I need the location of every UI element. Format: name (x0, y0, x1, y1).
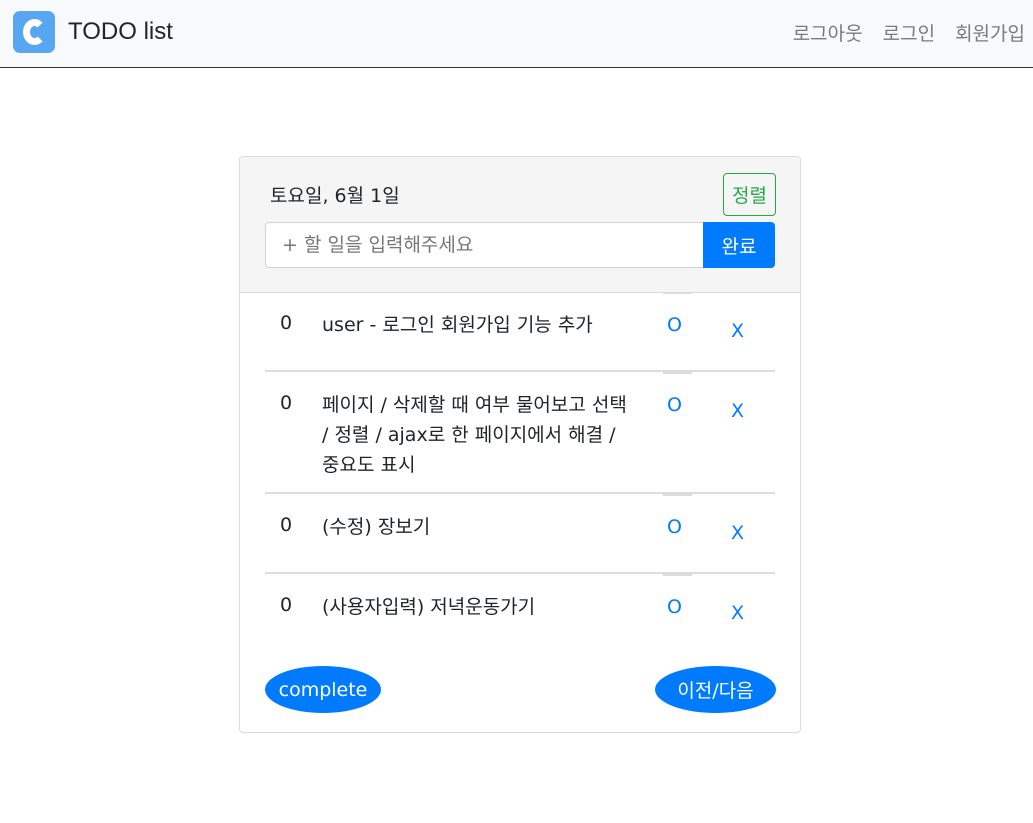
todo-row: 0 (사용자입력) 저녁운동가기 O X (265, 574, 775, 644)
todo-complete-button[interactable]: O (667, 394, 682, 416)
sort-button[interactable]: 정렬 (723, 173, 776, 216)
todo-text: user - 로그인 회원가입 기능 추가 (322, 314, 593, 336)
complete-filter-button[interactable]: complete (265, 666, 381, 713)
todo-count: 0 (280, 312, 293, 334)
navbar: TODO list 로그아웃 로그인 회원가입 (0, 0, 1033, 68)
todo-complete-cell: O (663, 574, 692, 644)
todo-count: 0 (280, 392, 293, 414)
brand-title[interactable]: TODO list (68, 18, 173, 46)
nav-links: 로그아웃 로그인 회원가입 (793, 19, 1025, 46)
todo-row: 0 페이지 / 삭제할 때 여부 물어보고 선택 / 정렬 / ajax로 한 … (265, 372, 775, 494)
todo-delete-button[interactable]: X (731, 522, 744, 544)
todo-complete-button[interactable]: O (667, 314, 682, 336)
todo-card: 토요일, 6월 1일 정렬 완료 0 user - 로그인 회원가입 기능 추가… (239, 156, 801, 733)
todo-text: (수정) 장보기 (322, 516, 431, 538)
todo-text: 페이지 / 삭제할 때 여부 물어보고 선택 / 정렬 / ajax로 한 페이… (322, 394, 627, 476)
logo-letter-shape (23, 19, 46, 45)
todo-count: 0 (280, 594, 293, 616)
todo-delete-button[interactable]: X (731, 320, 744, 342)
nav-link-signup[interactable]: 회원가입 (955, 19, 1025, 46)
todo-delete-button[interactable]: X (731, 602, 744, 624)
todo-input[interactable] (265, 222, 703, 268)
c-logo-icon[interactable] (13, 11, 55, 53)
nav-link-login[interactable]: 로그인 (883, 19, 935, 46)
todo-complete-cell: O (663, 372, 692, 492)
date-label: 토요일, 6월 1일 (270, 185, 400, 207)
todo-complete-cell: O (663, 494, 692, 572)
todo-complete-cell: O (663, 292, 692, 370)
todo-delete-button[interactable]: X (731, 400, 744, 422)
todo-list: 0 user - 로그인 회원가입 기능 추가 O X 0 페이지 / 삭제할 … (265, 292, 775, 644)
todo-row: 0 user - 로그인 회원가입 기능 추가 O X (265, 292, 775, 372)
card-header: 토요일, 6월 1일 정렬 완료 (240, 157, 800, 293)
nav-link-logout[interactable]: 로그아웃 (793, 19, 863, 46)
todo-complete-button[interactable]: O (667, 596, 682, 618)
todo-text: (사용자입력) 저녁운동가기 (322, 596, 536, 618)
todo-row: 0 (수정) 장보기 O X (265, 494, 775, 574)
submit-button[interactable]: 완료 (703, 222, 775, 268)
todo-complete-button[interactable]: O (667, 516, 682, 538)
prev-next-button[interactable]: 이전/다음 (655, 666, 776, 713)
todo-count: 0 (280, 514, 293, 536)
